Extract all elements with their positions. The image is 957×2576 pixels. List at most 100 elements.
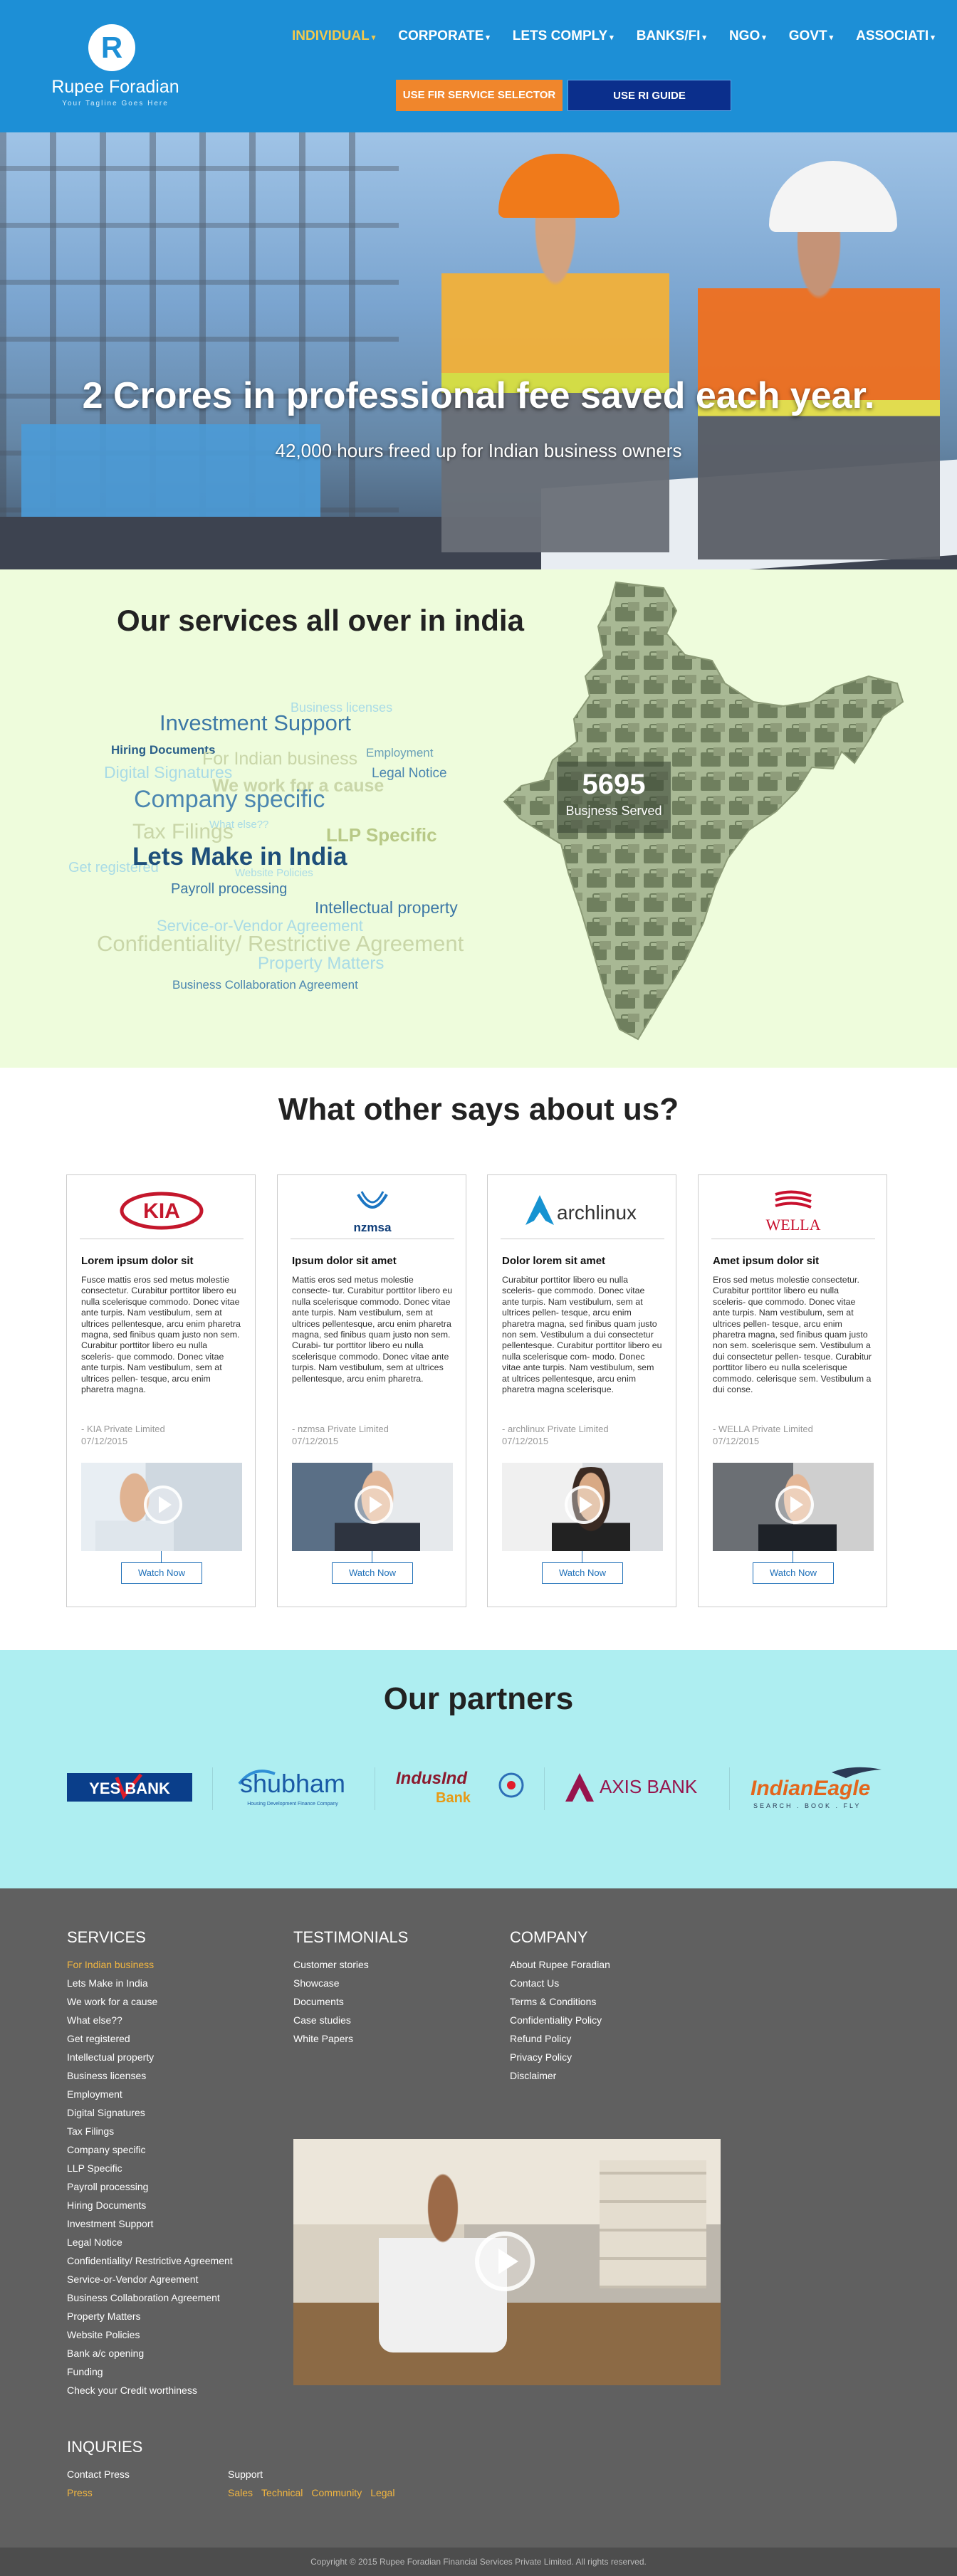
play-icon[interactable] <box>355 1486 393 1524</box>
nav-label: INDIVIDUAL <box>292 28 370 43</box>
play-icon[interactable] <box>475 2231 535 2291</box>
footer-video[interactable] <box>293 2139 721 2385</box>
footer-link[interactable]: White Papers <box>293 2029 369 2048</box>
chevron-down-icon: ▾ <box>762 33 766 42</box>
footer-link[interactable]: Customer stories <box>293 1955 369 1974</box>
cloud-word[interactable]: Lets Make in India <box>132 843 347 871</box>
shubham-text: shubham <box>240 1769 345 1798</box>
cloud-word[interactable]: Employment <box>366 746 433 760</box>
footer-link[interactable]: Property Matters <box>67 2307 233 2325</box>
footer-link[interactable]: Hiring Documents <box>67 2196 233 2214</box>
nav-item-banks[interactable]: BANKS/FI ▾ <box>637 28 706 46</box>
footer-link[interactable]: Tax Filings <box>67 2122 233 2140</box>
partner-logo-yes-bank[interactable]: YES BANK <box>67 1762 192 1812</box>
footer-link[interactable]: Confidentiality Policy <box>510 2011 610 2029</box>
footer-link[interactable]: Service-or-Vendor Agreement <box>67 2270 233 2288</box>
footer-link[interactable]: About Rupee Foradian <box>510 1955 610 1974</box>
footer-link[interactable]: Website Policies <box>67 2325 233 2344</box>
fir-service-selector-button[interactable]: USE FIR SERVICE SELECTOR <box>396 80 563 111</box>
play-icon[interactable] <box>144 1486 182 1524</box>
footer-link[interactable]: Documents <box>293 1992 369 2011</box>
watch-now-button[interactable]: Watch Now <box>542 1562 623 1584</box>
footer-link[interactable]: For Indian business <box>67 1955 233 1974</box>
testimonial-video-thumbnail[interactable] <box>292 1463 453 1551</box>
watch-now-button[interactable]: Watch Now <box>332 1562 413 1584</box>
footer-link[interactable]: Disclaimer <box>510 2066 610 2085</box>
support-link-sales[interactable]: Sales <box>228 2483 253 2502</box>
partner-divider <box>544 1767 545 1810</box>
cloud-word[interactable]: Property Matters <box>258 954 384 974</box>
nav-item-govt[interactable]: GOVT ▾ <box>789 28 833 46</box>
play-icon[interactable] <box>565 1486 603 1524</box>
partner-logo-indusind[interactable]: IndusInd Bank <box>393 1762 528 1812</box>
wella-logo-icon: WELLA <box>766 1190 821 1234</box>
partner-logo-shubham[interactable]: shubham Housing Development Finance Comp… <box>232 1762 353 1812</box>
cloud-word[interactable]: Confidentiality/ Restrictive Agreement <box>97 931 464 957</box>
support-link-community[interactable]: Community <box>311 2483 362 2502</box>
footer-link[interactable]: We work for a cause <box>67 1992 233 2011</box>
press-link[interactable]: Press <box>67 2483 130 2502</box>
nav-item-individual[interactable]: INDIVIDUAL ▾ <box>292 28 375 46</box>
footer-link[interactable]: Terms & Conditions <box>510 1992 610 2011</box>
testimonial-meta: - KIA Private Limited 07/12/2015 <box>81 1423 165 1447</box>
testimonial-body: Curabitur porttitor libero eu nulla scel… <box>502 1275 662 1395</box>
footer-link[interactable]: Legal Notice <box>67 2233 233 2251</box>
testimonial-video-thumbnail[interactable] <box>81 1463 242 1551</box>
footer-link[interactable]: Showcase <box>293 1974 369 1992</box>
footer-link[interactable]: Digital Signatures <box>67 2103 233 2122</box>
cloud-word[interactable]: Intellectual property <box>315 898 458 918</box>
support-link-technical[interactable]: Technical <box>261 2483 303 2502</box>
partner-logo-indian-eagle[interactable]: IndianEagle SEARCH . BOOK . FLY <box>746 1762 889 1812</box>
stat-number: 5695 <box>582 769 646 800</box>
footer-link[interactable]: Refund Policy <box>510 2029 610 2048</box>
cloud-word[interactable]: Hiring Documents <box>111 743 215 757</box>
footer-services-list: For Indian business Lets Make in India W… <box>67 1955 233 2399</box>
testimonial-video-thumbnail[interactable] <box>502 1463 663 1551</box>
archlinux-logo-icon: archlinux <box>525 1194 637 1225</box>
partner-logo-axis-bank[interactable]: AXIS BANK <box>563 1762 705 1812</box>
footer-link[interactable]: LLP Specific <box>67 2159 233 2177</box>
nav-item-corporate[interactable]: CORPORATE ▾ <box>398 28 490 46</box>
footer-link[interactable]: Case studies <box>293 2011 369 2029</box>
footer-company-heading: COMPANY <box>510 1928 588 1946</box>
footer-link[interactable]: Investment Support <box>67 2214 233 2233</box>
testimonial-date: 07/12/2015 <box>713 1436 760 1446</box>
ri-guide-button[interactable]: USE RI GUIDE <box>568 80 731 111</box>
watch-now-button[interactable]: Watch Now <box>753 1562 834 1584</box>
nav-item-lets-comply[interactable]: LETS COMPLY ▾ <box>513 28 614 46</box>
footer-link[interactable]: Intellectual property <box>67 2048 233 2066</box>
indusind-logo-icon: IndusInd Bank <box>396 1769 524 1806</box>
footer-link[interactable]: Get registered <box>67 2029 233 2048</box>
testimonial-video-thumbnail[interactable] <box>713 1463 874 1551</box>
indian-eagle-text: IndianEagle <box>751 1777 870 1800</box>
cloud-word[interactable]: Business Collaboration Agreement <box>172 978 358 992</box>
footer-link[interactable]: Privacy Policy <box>510 2048 610 2066</box>
footer-link[interactable]: Lets Make in India <box>67 1974 233 1992</box>
footer-link[interactable]: Company specific <box>67 2140 233 2159</box>
nav-item-associati[interactable]: ASSOCIATI ▾ <box>856 28 935 46</box>
cloud-word[interactable]: Payroll processing <box>171 881 287 898</box>
footer-link[interactable]: Contact Us <box>510 1974 610 1992</box>
cloud-word[interactable]: Tax Filings <box>132 820 234 844</box>
chevron-down-icon: ▾ <box>371 33 376 42</box>
axis-bank-logo-icon: AXIS BANK <box>565 1773 698 1802</box>
footer-link[interactable]: Business Collaboration Agreement <box>67 2288 233 2307</box>
site-footer: SERVICES For Indian business Lets Make i… <box>0 1888 957 2548</box>
support-link-legal[interactable]: Legal <box>370 2483 394 2502</box>
cloud-word[interactable]: Company specific <box>134 786 325 814</box>
footer-link[interactable]: Confidentiality/ Restrictive Agreement <box>67 2251 233 2270</box>
footer-link[interactable]: Business licenses <box>67 2066 233 2085</box>
watch-now-button[interactable]: Watch Now <box>121 1562 202 1584</box>
footer-support: Support Sales Technical Community Legal <box>228 2465 394 2502</box>
footer-link[interactable]: Employment <box>67 2085 233 2103</box>
cloud-word[interactable]: Investment Support <box>160 710 351 736</box>
footer-link[interactable]: What else?? <box>67 2011 233 2029</box>
nav-item-ngo[interactable]: NGO ▾ <box>729 28 766 46</box>
footer-link[interactable]: Bank a/c opening <box>67 2344 233 2362</box>
testimonial-body: Mattis eros sed metus molestie consecte-… <box>292 1275 453 1384</box>
footer-link[interactable]: Check your Credit worthiness <box>67 2381 233 2399</box>
play-icon[interactable] <box>775 1486 814 1524</box>
footer-link[interactable]: Payroll processing <box>67 2177 233 2196</box>
brand-logo[interactable]: R Rupee Foradian Your Tagline Goes Here <box>43 21 185 114</box>
footer-link[interactable]: Funding <box>67 2362 233 2381</box>
